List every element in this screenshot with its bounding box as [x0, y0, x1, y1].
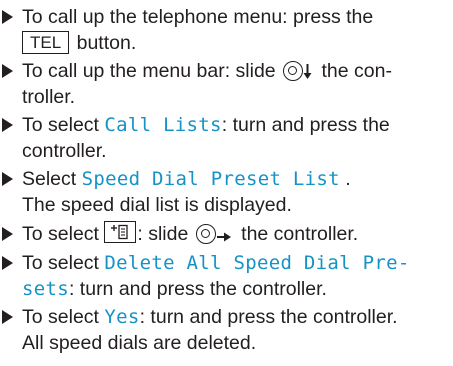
step-3: To select Call Lists: turn and press the… [0, 112, 390, 164]
step-5: To select : slide the controller. [0, 221, 358, 247]
menu-item-yes: Yes [104, 306, 140, 328]
bullet-triangle-icon [2, 172, 13, 186]
tel-key: TEL [22, 31, 70, 54]
bullet-triangle-icon [2, 227, 13, 241]
bullet-triangle-icon [2, 10, 13, 24]
step-2-line-2: troller. [22, 86, 76, 108]
arrow-right-icon [216, 232, 231, 242]
step-1: To call up the telephone menu: press the… [0, 4, 373, 56]
bullet-triangle-icon [2, 64, 13, 78]
controller-knob-icon [195, 224, 216, 244]
step-4-line-2: The speed dial list is displayed. [22, 194, 292, 216]
step-1-line-2: TEL button. [0, 30, 373, 56]
arrow-down-icon [303, 64, 312, 79]
controller-knob-icon [283, 61, 304, 81]
step-3-line-1: To select Call Lists: turn and press the [22, 114, 390, 136]
bullet-triangle-icon [2, 256, 13, 270]
step-7-line-1: To select Yes: turn and press the contro… [22, 306, 398, 328]
step-7: To select Yes: turn and press the contro… [0, 304, 398, 356]
step-2-line-1: To call up the menu bar: slide the con- [22, 60, 392, 82]
step-3-line-2: controller. [22, 140, 107, 162]
instruction-page: To call up the telephone menu: press the… [0, 0, 453, 366]
step-4: Select Speed Dial Preset List . The spee… [0, 166, 351, 218]
menu-item-call-lists: Call Lists [104, 114, 222, 136]
menu-item-speed-dial-preset-list: Speed Dial Preset List [81, 168, 340, 190]
bullet-triangle-icon [2, 118, 13, 132]
step-2: To call up the menu bar: slide the con- … [0, 58, 392, 110]
step-4-line-1: Select Speed Dial Preset List . [22, 168, 351, 190]
menu-item-delete-all-speed-dial-presets: Delete All Speed Dial Pre- [104, 252, 410, 274]
step-6-line-2: sets: turn and press the controller. [22, 278, 327, 300]
options-menu-icon [104, 221, 137, 243]
step-6: To select Delete All Speed Dial Pre- set… [0, 250, 410, 302]
step-6-line-1: To select Delete All Speed Dial Pre- [22, 252, 410, 274]
step-1-line-1: To call up the telephone menu: press the [22, 6, 374, 28]
bullet-triangle-icon [2, 310, 13, 324]
step-5-line-1: To select : slide the controller. [22, 221, 359, 245]
step-7-line-2: All speed dials are deleted. [22, 332, 257, 354]
